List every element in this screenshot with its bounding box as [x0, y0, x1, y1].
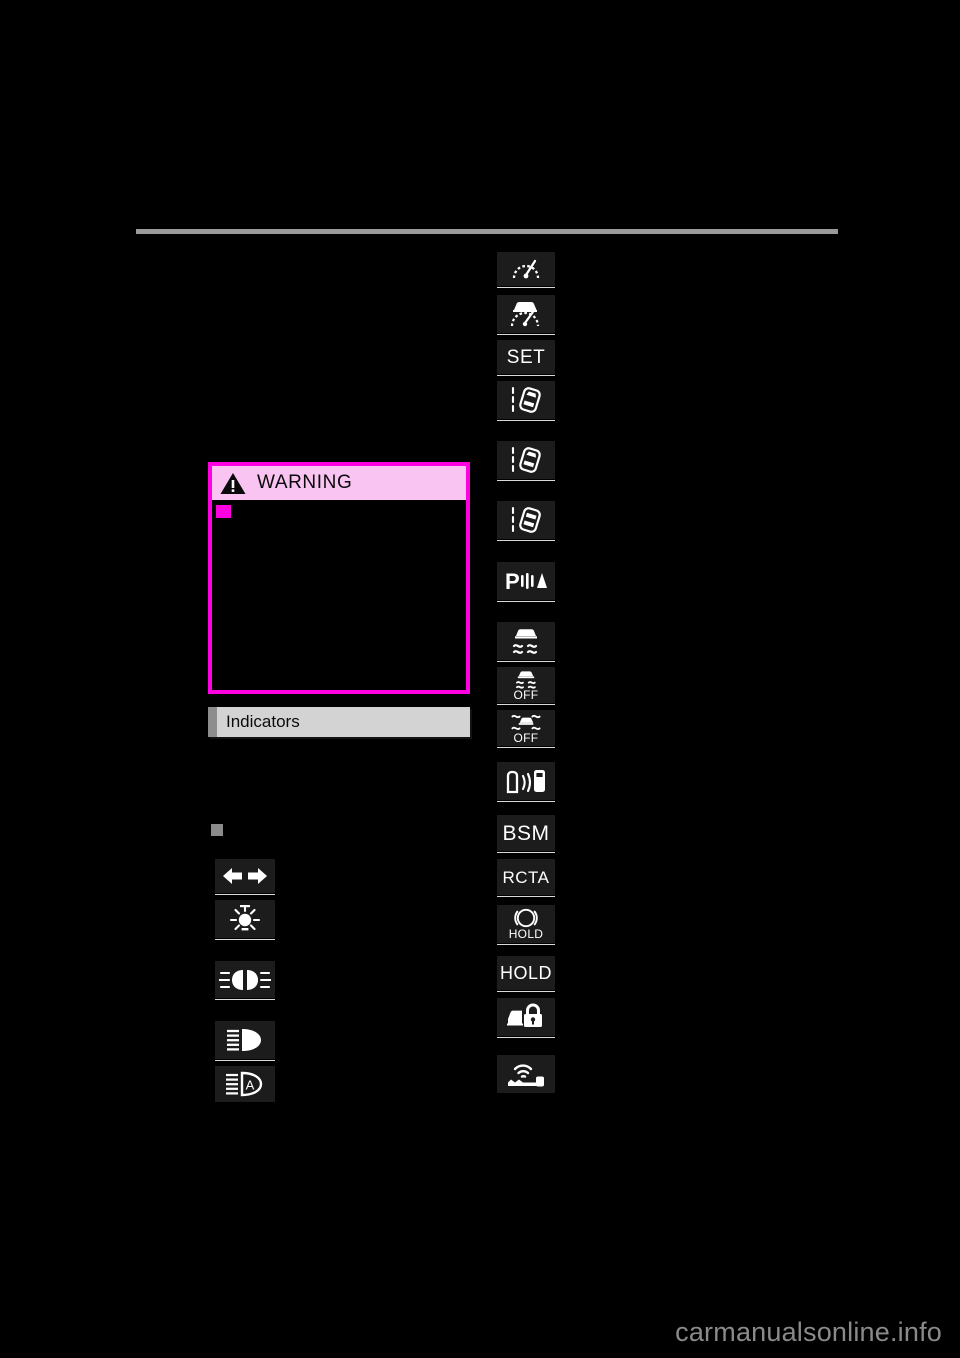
row-divider	[497, 375, 555, 376]
row-divider	[497, 334, 555, 335]
automatic-high-beam-indicator-icon: A	[215, 1066, 275, 1102]
row-divider	[215, 999, 275, 1000]
set-indicator: SET	[497, 340, 555, 374]
brake-hold-indicator-icon: HOLD	[497, 905, 555, 943]
manual-page: WARNING Indicators A SET P OFF OFF BSM R…	[0, 0, 960, 1358]
rcta-text-indicator: RCTA	[497, 859, 555, 895]
row-divider	[497, 704, 555, 705]
row-divider	[497, 896, 555, 897]
row-divider	[497, 801, 555, 802]
set-indicator-label: SET	[506, 346, 546, 368]
row-divider	[497, 991, 555, 992]
section-accent-bar	[208, 707, 217, 737]
slip-indicator-icon	[497, 622, 555, 660]
row-divider	[497, 944, 555, 945]
row-divider	[497, 540, 555, 541]
dynamic-radar-cruise-control-indicator-icon	[497, 295, 555, 333]
row-divider	[497, 480, 555, 481]
trac-off-label: OFF	[513, 731, 539, 745]
section-title: Indicators	[226, 712, 300, 731]
row-divider	[497, 1037, 555, 1038]
smart-key-indicator-icon	[497, 1055, 555, 1093]
row-divider	[497, 287, 555, 288]
site-watermark: carmanualsonline.info	[675, 1317, 942, 1347]
row-divider	[215, 1060, 275, 1061]
brake-hold-label: HOLD	[508, 927, 544, 941]
cruise-control-indicator-icon	[497, 252, 555, 286]
warning-triangle-icon	[220, 472, 246, 495]
turn-signal-indicator-icon	[215, 859, 275, 893]
high-beam-indicator-icon	[215, 1021, 275, 1059]
hold-text-indicator: HOLD	[497, 956, 555, 990]
warning-box-header: WARNING	[212, 466, 466, 500]
warning-bullet-icon	[216, 505, 231, 518]
row-divider	[497, 661, 555, 662]
warning-box-body	[212, 500, 466, 690]
trac-off-indicator-icon: OFF	[497, 710, 555, 746]
row-divider	[497, 601, 555, 602]
row-divider	[215, 939, 275, 940]
row-divider	[497, 852, 555, 853]
warning-title: WARNING	[257, 472, 353, 493]
warning-box: WARNING	[208, 462, 470, 694]
row-divider	[497, 747, 555, 748]
svg-text:P: P	[505, 569, 520, 593]
hold-label: HOLD	[499, 963, 552, 983]
header-rule	[136, 229, 838, 234]
bsm-label: BSM	[502, 821, 550, 845]
row-divider	[215, 894, 275, 895]
row-divider	[497, 420, 555, 421]
security-indicator-icon	[497, 998, 555, 1036]
section-header-indicators: Indicators	[208, 707, 470, 737]
vsc-off-label: OFF	[513, 688, 539, 702]
lane-tracing-assist-indicator-icon	[497, 501, 555, 539]
svg-text:A: A	[246, 1078, 255, 1093]
lane-departure-alert-indicator-icon-1	[497, 381, 555, 419]
lane-departure-alert-indicator-icon-2	[497, 441, 555, 479]
square-bullet-icon	[211, 824, 223, 836]
parking-assist-indicator-icon: P	[497, 562, 555, 600]
vsc-off-indicator-icon: OFF	[497, 667, 555, 703]
tail-light-indicator-icon	[215, 900, 275, 938]
bsm-text-indicator: BSM	[497, 815, 555, 851]
blind-spot-monitor-indicator-icon	[497, 762, 555, 800]
front-fog-light-indicator-icon	[215, 961, 275, 998]
rcta-label: RCTA	[502, 867, 550, 887]
